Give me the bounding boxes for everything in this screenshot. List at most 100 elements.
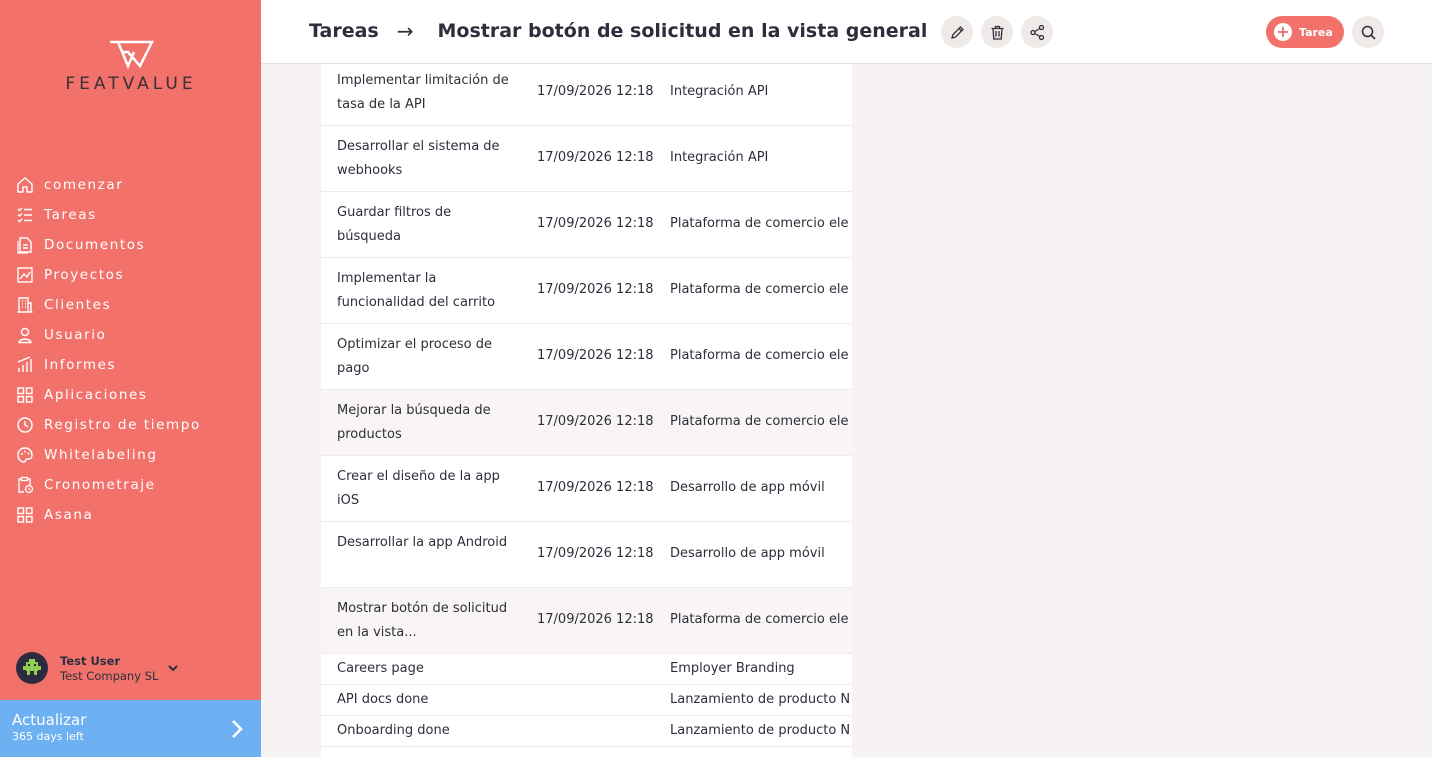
task-name: API docs done	[337, 692, 429, 707]
sidebar-item-label: Usuario	[44, 327, 107, 343]
logo-mark-icon	[110, 40, 154, 70]
table-row[interactable]: Crear el diseño de la app iOS 17/09/2026…	[321, 456, 852, 522]
breadcrumb-root[interactable]: Tareas	[309, 20, 379, 42]
sidebar-item-proyectos[interactable]: Proyectos	[16, 260, 201, 290]
sidebar-item-label: Clientes	[44, 297, 112, 313]
trash-icon	[991, 25, 1003, 40]
task-name: Mejorar la búsqueda de productos	[337, 403, 491, 442]
task-project: Employer Branding	[670, 661, 795, 676]
chart-icon	[17, 267, 33, 283]
task-project: Plataforma de comercio ele	[670, 414, 849, 429]
task-date: 17/09/2026 12:18	[537, 612, 654, 627]
table-row[interactable]: Implementar limitación de tasa de la API…	[321, 64, 852, 126]
share-icon	[1029, 24, 1044, 40]
sidebar-item-label: Cronometraje	[44, 477, 156, 493]
task-name: Optimizar el proceso de pago	[337, 337, 492, 376]
breadcrumb-arrow: →	[396, 19, 414, 43]
featvalue-logo[interactable]: FEATVALUE	[45, 40, 217, 94]
top-header: Tareas → Mostrar botón de solicitud en l…	[261, 0, 1432, 64]
table-row[interactable]: Onboarding done Lanzamiento de producto …	[321, 716, 852, 747]
table-row[interactable]: Mostrar botón de solicitud en la vista..…	[321, 588, 852, 654]
sidebar-item-label: Whitelabeling	[44, 447, 158, 463]
delete-button[interactable]	[981, 16, 1013, 48]
task-date: 17/09/2026 12:18	[537, 546, 654, 561]
task-name: Implementar limitación de tasa de la API	[337, 73, 509, 112]
task-project: Lanzamiento de producto N	[670, 723, 851, 738]
sidebar-item-label: Proyectos	[44, 267, 125, 283]
task-date: 17/09/2026 12:18	[537, 348, 654, 363]
task-project: Desarrollo de app móvil	[670, 546, 825, 561]
task-project: Desarrollo de app móvil	[670, 480, 825, 495]
avatar-pixel-icon	[23, 659, 41, 675]
apps-grid-icon	[17, 387, 33, 403]
sidebar-item-registro-de-tiempo[interactable]: Registro de tiempo	[16, 410, 201, 440]
task-name: Crear el diseño de la app iOS	[337, 469, 500, 508]
user-icon	[18, 327, 32, 344]
table-row[interactable]: Desarrollar el sistema de webhooks 17/09…	[321, 126, 852, 192]
table-row[interactable]: Desarrollar la app Android 17/09/2026 12…	[321, 522, 852, 588]
task-list-icon	[17, 207, 32, 223]
task-date: 17/09/2026 12:18	[537, 216, 654, 231]
user-company: Test Company SL	[60, 668, 159, 683]
building-icon	[17, 297, 33, 313]
page-title: Mostrar botón de solicitud en la vista g…	[437, 20, 928, 42]
table-row[interactable]: Implementar la funcionalidad del carrito…	[321, 258, 852, 324]
task-date: 17/09/2026 12:18	[537, 414, 654, 429]
sidebar-item-whitelabeling[interactable]: Whitelabeling	[16, 440, 201, 470]
sidebar-item-label: Asana	[44, 507, 94, 523]
sidebar-item-label: Informes	[44, 357, 117, 373]
clock-icon	[17, 417, 33, 433]
search-button[interactable]	[1352, 16, 1384, 48]
palette-icon	[17, 447, 33, 463]
table-row[interactable]: Mejorar la búsqueda de productos 17/09/2…	[321, 390, 852, 456]
table-row[interactable]: Optimizar el proceso de pago 17/09/2026 …	[321, 324, 852, 390]
sidebar-item-label: Registro de tiempo	[44, 417, 201, 433]
sidebar-item-asana[interactable]: Asana	[16, 500, 201, 530]
bar-chart-icon	[17, 356, 32, 372]
avatar	[16, 652, 48, 684]
sidebar-item-comenzar[interactable]: comenzar	[16, 170, 201, 200]
sidebar-item-usuario[interactable]: Usuario	[16, 320, 201, 350]
user-name: Test User	[60, 653, 121, 668]
task-name: Careers page	[337, 661, 424, 676]
task-date: 17/09/2026 12:18	[537, 282, 654, 297]
sidebar-item-informes[interactable]: Informes	[16, 350, 201, 380]
task-project: Integración API	[670, 150, 769, 165]
sidebar-item-aplicaciones[interactable]: Aplicaciones	[16, 380, 201, 410]
sidebar-item-documentos[interactable]: Documentos	[16, 230, 201, 260]
breadcrumb: Tareas → Mostrar botón de solicitud en l…	[309, 19, 927, 43]
table-row[interactable]: API docs done Lanzamiento de producto N	[321, 685, 852, 716]
task-name: Implementar la funcionalidad del carrito	[337, 271, 496, 310]
task-name: Guardar filtros de búsqueda	[337, 205, 452, 244]
upgrade-banner[interactable]: Actualizar 365 days left	[0, 700, 261, 757]
sidebar-item-label: Tareas	[44, 207, 97, 223]
sidebar-nav: comenzar Tareas Documentos Proyectos Cli…	[16, 170, 201, 530]
sidebar-item-cronometraje[interactable]: Cronometraje	[16, 470, 201, 500]
chevron-down-icon[interactable]	[166, 661, 180, 675]
home-icon	[17, 177, 33, 193]
chevron-right-icon	[232, 720, 243, 738]
document-icon	[17, 237, 32, 254]
task-date: 17/09/2026 12:18	[537, 150, 654, 165]
sidebar-item-tareas[interactable]: Tareas	[16, 200, 201, 230]
share-button[interactable]	[1021, 16, 1053, 48]
clipboard-clock-icon	[18, 476, 34, 494]
plus-icon: +	[1274, 23, 1292, 41]
task-name: Desarrollar el sistema de webhooks	[337, 139, 500, 178]
task-name: Desarrollar la app Android	[337, 535, 508, 550]
sidebar-item-clientes[interactable]: Clientes	[16, 290, 201, 320]
sidebar-item-label: comenzar	[44, 177, 124, 193]
table-row[interactable]: Careers page Employer Branding	[321, 654, 852, 685]
task-project: Integración API	[670, 84, 769, 99]
task-name: Mostrar botón de solicitud en la vista..…	[337, 601, 508, 640]
table-row[interactable]: Guardar filtros de búsqueda 17/09/2026 1…	[321, 192, 852, 258]
task-project: Plataforma de comercio ele	[670, 612, 849, 627]
user-menu[interactable]: Test User Test Company SL	[16, 652, 180, 684]
task-date: 17/09/2026 12:18	[537, 480, 654, 495]
task-name: Onboarding done	[337, 723, 450, 738]
new-task-button[interactable]: + Tarea	[1266, 16, 1344, 48]
task-project: Plataforma de comercio ele	[670, 348, 849, 363]
sidebar-item-label: Aplicaciones	[44, 387, 148, 403]
edit-button[interactable]	[941, 16, 973, 48]
pencil-icon	[950, 25, 964, 39]
